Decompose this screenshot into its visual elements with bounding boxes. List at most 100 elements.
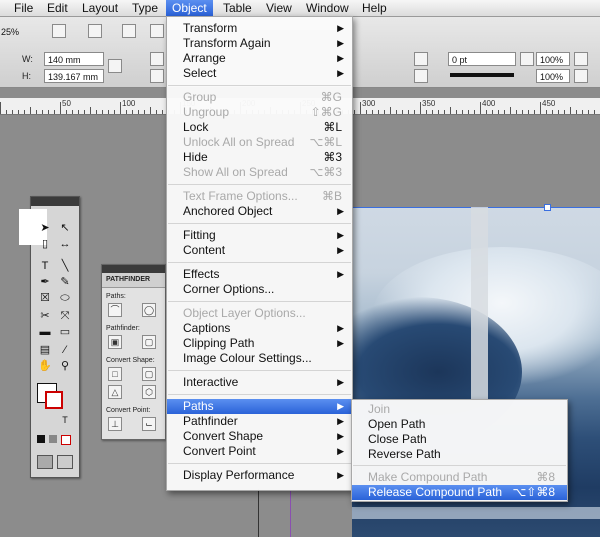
eyedropper-tool-icon[interactable]: ⁄ [57, 343, 73, 357]
menu-item-convert-point[interactable]: Convert Point ▶ [167, 444, 352, 459]
selection-handle[interactable] [544, 204, 551, 211]
free-transform-tool-icon[interactable]: ⤧ [57, 309, 73, 323]
menu-item-effects[interactable]: Effects ▶ [167, 267, 352, 282]
opacity-icon[interactable] [520, 52, 534, 66]
direct-selection-tool-icon[interactable]: ↖ [57, 221, 73, 235]
gradient-feather-tool-icon[interactable]: ▭ [57, 325, 73, 339]
scale-x-icon[interactable] [150, 52, 164, 66]
selection-tool-icon[interactable]: ➤ [37, 221, 53, 235]
pencil-tool-icon[interactable]: ✎ [57, 275, 73, 289]
menu-item-paths[interactable]: Paths ▶ [167, 399, 352, 414]
scissors-tool-icon[interactable]: ✂ [37, 309, 53, 323]
menu-item-text-frame-options[interactable]: Text Frame Options... ⌘B [167, 189, 352, 204]
menu-item-anchored-object[interactable]: Anchored Object ▶ [167, 204, 352, 219]
preview-mode-icon[interactable] [57, 455, 73, 469]
convert-triangle-button[interactable]: △ [108, 385, 122, 399]
convert-rectangle-button[interactable]: □ [108, 367, 122, 381]
menu-table[interactable]: Table [217, 0, 258, 16]
stroke-none-icon[interactable] [414, 69, 428, 83]
formatting-text-icon[interactable]: T [57, 413, 73, 427]
menu-item-clipping-path[interactable]: Clipping Path ▶ [167, 336, 352, 351]
menu-type[interactable]: Type [126, 0, 164, 16]
normal-view-mode-icon[interactable] [37, 455, 53, 469]
menu-item-hide[interactable]: Hide ⌘3 [167, 150, 352, 165]
width-field[interactable]: 140 mm [44, 52, 104, 66]
apply-color-icon[interactable] [37, 435, 45, 443]
menu-window[interactable]: Window [300, 0, 355, 16]
scale-y-icon[interactable] [150, 69, 164, 83]
corner-point-button[interactable]: ⌙ [142, 417, 156, 431]
convert-rounded-button[interactable]: ▢ [142, 367, 156, 381]
opacity-field[interactable]: 100% [536, 52, 570, 66]
menu-item-ungroup[interactable]: Ungroup ⇧⌘G [167, 105, 352, 120]
stroke-type-swatch[interactable] [450, 73, 514, 77]
menu-item-display-performance[interactable]: Display Performance ▶ [167, 468, 352, 483]
convert-polygon-button[interactable]: ⬡ [142, 385, 156, 399]
screen-mode-icon[interactable] [88, 24, 102, 38]
ellipse-tool-icon[interactable]: ⬭ [57, 291, 73, 305]
submenu-item-close-path[interactable]: Close Path [352, 432, 567, 447]
menu-help[interactable]: Help [356, 0, 393, 16]
submenu-item-join[interactable]: Join [352, 402, 567, 417]
menu-item-corner-options[interactable]: Corner Options... [167, 282, 352, 297]
stroke-weight-field[interactable]: 0 pt [448, 52, 516, 66]
zoom-level[interactable]: 25% [0, 25, 24, 39]
menu-item-transform-again[interactable]: Transform Again ▶ [167, 36, 352, 51]
menu-item-label: Arrange [183, 51, 226, 65]
menu-layout[interactable]: Layout [76, 0, 124, 16]
zoom-tool-icon[interactable]: ⚲ [57, 359, 73, 373]
plain-point-button[interactable]: ⊥ [108, 417, 122, 431]
height-field[interactable]: 139.167 mm [44, 69, 104, 83]
shadow-icon[interactable] [574, 69, 588, 83]
menu-item-select[interactable]: Select ▶ [167, 66, 352, 81]
menu-file[interactable]: File [8, 0, 39, 16]
join-path-button[interactable]: ⌒ [108, 303, 122, 317]
page-tool-icon[interactable]: ▯ [37, 237, 53, 251]
menu-item-arrange[interactable]: Arrange ▶ [167, 51, 352, 66]
subtract-button[interactable]: ▢ [142, 335, 156, 349]
stroke-swatch[interactable] [45, 391, 63, 409]
submenu-item-open-path[interactable]: Open Path [352, 417, 567, 432]
fill-none-icon[interactable] [414, 52, 428, 66]
menu-item-object-layer-options[interactable]: Object Layer Options... [167, 306, 352, 321]
type-tool-icon[interactable]: T [37, 259, 53, 273]
reference-point-icon[interactable] [52, 24, 66, 38]
menu-view[interactable]: View [260, 0, 298, 16]
menu-item-content[interactable]: Content ▶ [167, 243, 352, 258]
apply-gradient-icon[interactable] [49, 435, 57, 443]
constrain-proportions-icon[interactable] [108, 59, 122, 73]
add-button[interactable]: ▣ [108, 335, 122, 349]
rectangle-frame-tool-icon[interactable]: ☒ [37, 291, 53, 305]
menu-item-fitting[interactable]: Fitting ▶ [167, 228, 352, 243]
line-tool-icon[interactable]: ╲ [57, 259, 73, 273]
apply-none-icon[interactable] [61, 435, 71, 445]
hand-tool-icon[interactable]: ✋ [37, 359, 53, 373]
submenu-item-make-compound-path[interactable]: Make Compound Path ⌘8 [352, 470, 567, 485]
menu-item-pathfinder[interactable]: Pathfinder ▶ [167, 414, 352, 429]
arrange-icon[interactable] [122, 24, 136, 38]
menu-item-interactive[interactable]: Interactive ▶ [167, 375, 352, 390]
menu-edit[interactable]: Edit [41, 0, 74, 16]
scale-field[interactable]: 100% [536, 69, 570, 83]
menu-object[interactable]: Object [166, 0, 213, 16]
pathfinder-panel-header[interactable] [102, 265, 165, 273]
menu-item-convert-shape[interactable]: Convert Shape ▶ [167, 429, 352, 444]
menu-item-transform[interactable]: Transform ▶ [167, 21, 352, 36]
close-path-button[interactable]: ◯ [142, 303, 156, 317]
menu-item-lock[interactable]: Lock ⌘L [167, 120, 352, 135]
menu-item-image-colour-settings[interactable]: Image Colour Settings... [167, 351, 352, 366]
pathfinder-tab[interactable]: PATHFINDER [102, 273, 165, 288]
menu-item-show-all-on-spread[interactable]: Show All on Spread ⌥⌘3 [167, 165, 352, 180]
note-tool-icon[interactable]: ▤ [37, 343, 53, 357]
menu-item-unlock-all-on-spread[interactable]: Unlock All on Spread ⌥⌘L [167, 135, 352, 150]
tools-panel-header[interactable] [31, 197, 79, 206]
menu-item-group[interactable]: Group ⌘G [167, 90, 352, 105]
submenu-item-reverse-path[interactable]: Reverse Path [352, 447, 567, 462]
submenu-item-release-compound-path[interactable]: Release Compound Path ⌥⇧⌘8 [352, 485, 567, 500]
menu-item-captions[interactable]: Captions ▶ [167, 321, 352, 336]
view-options-icon[interactable] [150, 24, 164, 38]
gradient-swatch-tool-icon[interactable]: ▬ [37, 325, 53, 339]
pen-tool-icon[interactable]: ✒ [37, 275, 53, 289]
effects-icon[interactable] [574, 52, 588, 66]
gap-tool-icon[interactable]: ↔ [57, 237, 73, 251]
